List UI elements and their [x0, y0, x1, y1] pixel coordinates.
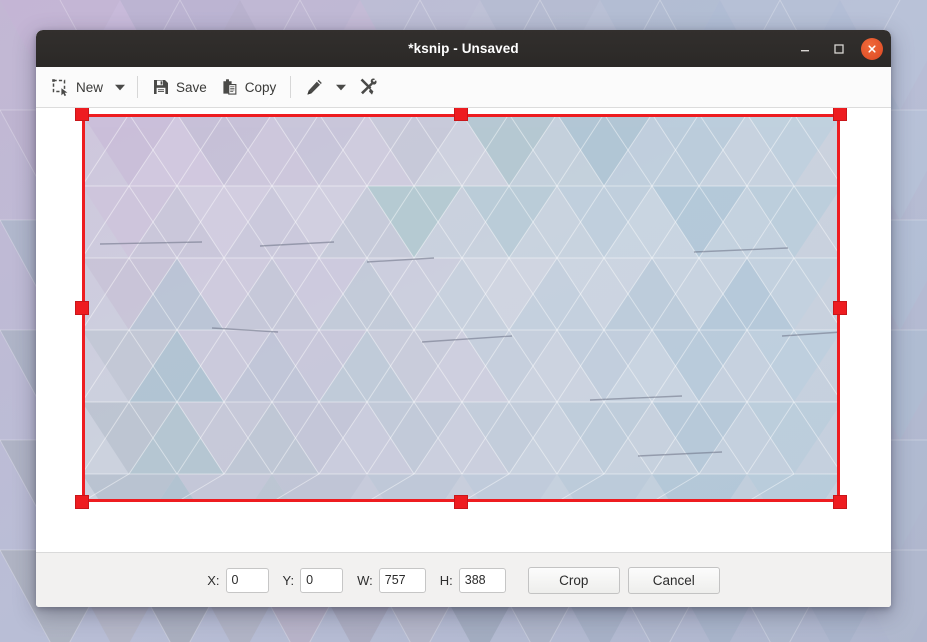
- low-poly-screenshot-content: [82, 114, 840, 502]
- close-button[interactable]: [861, 38, 883, 60]
- crop-y-label: Y:: [283, 573, 295, 588]
- toolbar-separator-1: [137, 76, 138, 98]
- chevron-down-icon: [336, 84, 346, 91]
- save-button[interactable]: Save: [145, 72, 214, 102]
- main-toolbar: New Save: [36, 67, 891, 108]
- crop-handle-middle-left[interactable]: [75, 301, 89, 315]
- new-snip-icon: [51, 78, 70, 97]
- desktop: *ksnip - Unsaved: [0, 0, 927, 642]
- maximize-icon: [833, 43, 845, 55]
- settings-button[interactable]: [351, 72, 385, 102]
- crop-button[interactable]: Crop: [528, 567, 620, 594]
- crop-x-group: X:: [207, 568, 268, 593]
- copy-button[interactable]: Copy: [214, 72, 284, 102]
- maximize-button[interactable]: [827, 37, 851, 61]
- image-canvas-area[interactable]: [36, 108, 891, 552]
- crop-x-input[interactable]: [226, 568, 269, 593]
- crop-w-label: W:: [357, 573, 373, 588]
- tools-wrench-screwdriver-icon: [358, 77, 378, 97]
- toolbar-separator-2: [290, 76, 291, 98]
- crop-h-group: H:: [440, 568, 506, 593]
- window-title: *ksnip - Unsaved: [408, 41, 518, 56]
- new-button[interactable]: New: [44, 72, 110, 102]
- chevron-down-icon: [115, 84, 125, 91]
- crop-w-group: W:: [357, 568, 426, 593]
- window-titlebar[interactable]: *ksnip - Unsaved: [36, 30, 891, 67]
- new-button-label: New: [76, 80, 103, 95]
- crop-h-label: H:: [440, 573, 453, 588]
- save-button-label: Save: [176, 80, 207, 95]
- crop-handle-top-center[interactable]: [454, 108, 468, 121]
- ksnip-window: *ksnip - Unsaved: [36, 30, 891, 607]
- copy-clipboard-icon: [221, 78, 239, 96]
- crop-handle-bottom-center[interactable]: [454, 495, 468, 509]
- pencil-icon: [305, 78, 324, 97]
- crop-y-group: Y:: [283, 568, 344, 593]
- minimize-icon: [799, 43, 811, 55]
- new-dropdown-button[interactable]: [110, 72, 130, 102]
- copy-button-label: Copy: [245, 80, 277, 95]
- draw-tool-button[interactable]: [298, 72, 331, 102]
- cancel-button[interactable]: Cancel: [628, 567, 720, 594]
- crop-h-input[interactable]: [459, 568, 506, 593]
- minimize-button[interactable]: [793, 37, 817, 61]
- crop-handle-middle-right[interactable]: [833, 301, 847, 315]
- crop-handle-bottom-left[interactable]: [75, 495, 89, 509]
- crop-y-input[interactable]: [300, 568, 343, 593]
- window-controls: [793, 30, 883, 67]
- screenshot-image[interactable]: [82, 114, 840, 502]
- crop-handle-top-right[interactable]: [833, 108, 847, 121]
- crop-x-label: X:: [207, 573, 219, 588]
- close-icon: [866, 43, 878, 55]
- crop-w-input[interactable]: [379, 568, 426, 593]
- crop-handle-bottom-right[interactable]: [833, 495, 847, 509]
- draw-tool-dropdown-button[interactable]: [331, 72, 351, 102]
- crop-handle-top-left[interactable]: [75, 108, 89, 121]
- save-floppy-icon: [152, 78, 170, 96]
- crop-toolbar: X: Y: W: H: Crop Cancel: [36, 552, 891, 607]
